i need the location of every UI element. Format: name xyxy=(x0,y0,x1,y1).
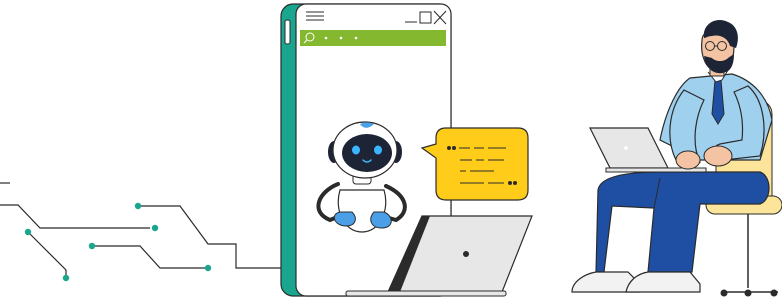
speech-bubble-shape xyxy=(420,127,529,201)
search-bar[interactable] xyxy=(300,30,446,46)
circuit-node xyxy=(134,202,142,210)
man-shoe-right xyxy=(625,271,701,293)
circuit-node xyxy=(62,274,70,282)
circuit-node xyxy=(24,228,32,236)
man-hand-left xyxy=(675,150,701,170)
laptop-center-base xyxy=(345,290,507,297)
robot-face xyxy=(342,134,392,172)
circuit-line-5 xyxy=(92,245,208,269)
chair-wheels xyxy=(720,289,778,297)
laptop-right-screen xyxy=(589,127,669,169)
man-with-laptop xyxy=(571,19,782,297)
robot-hand-left xyxy=(333,211,356,227)
circuit-line-1 xyxy=(0,204,150,229)
robot-eye-right xyxy=(374,145,382,155)
laptop-camera xyxy=(463,251,469,257)
laptop-right-camera xyxy=(624,146,628,150)
man-hand-right xyxy=(703,145,733,167)
robot-eye-left xyxy=(352,145,360,155)
circuit-node xyxy=(88,242,96,250)
man-legs xyxy=(595,171,770,273)
circuit-node xyxy=(151,224,159,232)
robot-hand-right xyxy=(370,211,392,229)
window-side-slot xyxy=(284,19,291,45)
circuit-line-3 xyxy=(27,231,67,278)
illustration-scene xyxy=(0,3,782,297)
circuit-node xyxy=(204,264,212,272)
speech-bubble xyxy=(420,127,529,201)
